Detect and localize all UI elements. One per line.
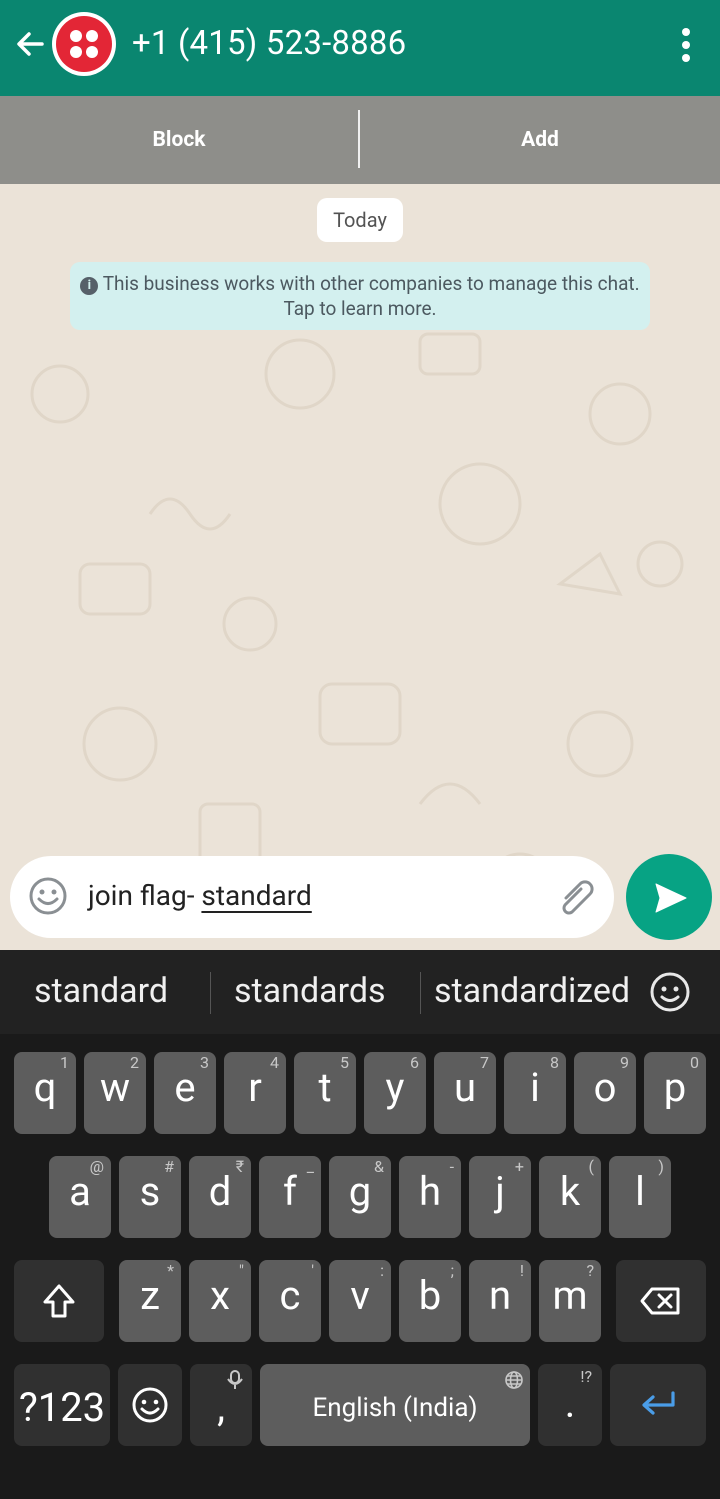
key-r-label: r	[248, 1064, 262, 1111]
key-q-label: q	[33, 1064, 57, 1111]
emoji-key[interactable]	[118, 1364, 182, 1446]
comma-key[interactable]: ,	[190, 1364, 252, 1446]
key-o[interactable]: 9o	[574, 1052, 636, 1134]
chat-header: +1 (415) 523-8886	[0, 0, 720, 96]
block-button[interactable]: Block	[0, 96, 358, 184]
key-c-label: c	[279, 1272, 301, 1319]
key-k[interactable]: (k	[539, 1156, 601, 1238]
key-y-label: y	[385, 1064, 405, 1111]
key-s[interactable]: # s	[119, 1156, 181, 1238]
key-z-label: z	[140, 1272, 160, 1319]
key-o-label: o	[593, 1064, 617, 1111]
key-h[interactable]: -h	[399, 1156, 461, 1238]
key-p[interactable]: 0p	[644, 1052, 706, 1134]
key-b[interactable]: ; b	[399, 1260, 461, 1342]
add-button[interactable]: Add	[360, 96, 720, 184]
overflow-menu-icon[interactable]	[680, 28, 692, 62]
key-t[interactable]: 5t	[294, 1052, 356, 1134]
space-key-label: English (India)	[312, 1393, 478, 1423]
block-add-bar: Block Add	[0, 96, 720, 184]
key-x[interactable]: " x	[189, 1260, 251, 1342]
key-m-label: m	[552, 1272, 588, 1319]
symbols-key[interactable]: ?123	[14, 1364, 110, 1446]
key-j-label: j	[495, 1168, 505, 1215]
key-f[interactable]: _ f	[259, 1156, 321, 1238]
key-b-label: b	[418, 1272, 442, 1319]
key-w[interactable]: 2w	[84, 1052, 146, 1134]
info-icon: i	[80, 277, 99, 295]
message-text[interactable]: join flag- standard	[88, 874, 312, 918]
back-arrow-icon[interactable]	[12, 26, 48, 62]
key-u-label: u	[453, 1064, 477, 1111]
key-c[interactable]: ' c	[259, 1260, 321, 1342]
paperclip-icon[interactable]	[554, 876, 598, 920]
space-key[interactable]: English (India)	[260, 1364, 530, 1446]
soft-keyboard: standard standards standardized 1q2w3e4r…	[0, 950, 720, 1499]
suggestion-divider	[420, 972, 421, 1014]
key-k-label: k	[559, 1168, 581, 1215]
send-icon	[655, 883, 687, 913]
emoji-icon[interactable]	[28, 876, 68, 916]
key-d[interactable]: ₹ d	[189, 1156, 251, 1238]
key-v[interactable]: :v	[329, 1260, 391, 1342]
key-a[interactable]: @ a	[49, 1156, 111, 1238]
business-notice[interactable]: i This business works with other compani…	[70, 262, 650, 330]
key-u[interactable]: 7u	[434, 1052, 496, 1134]
key-i[interactable]: 8i	[504, 1052, 566, 1134]
business-notice-text: This business works with other companies…	[102, 272, 640, 320]
twilio-logo-icon	[56, 16, 112, 72]
shift-icon	[43, 1284, 75, 1318]
symbols-key-label: ?123	[18, 1384, 106, 1431]
key-a-label: a	[69, 1168, 91, 1215]
period-key[interactable]: !? .	[538, 1364, 602, 1446]
shift-key[interactable]	[14, 1260, 104, 1342]
key-e[interactable]: 3e	[154, 1052, 216, 1134]
smiley-icon	[132, 1387, 168, 1423]
suggestion-1[interactable]: standard	[34, 968, 168, 1014]
send-button[interactable]	[626, 854, 712, 940]
key-n-label: n	[488, 1272, 512, 1319]
suggestion-2[interactable]: standards	[234, 968, 386, 1014]
key-i-label: i	[530, 1064, 540, 1111]
key-l[interactable]: ) l	[609, 1156, 671, 1238]
suggestion-bar: standard standards standardized	[0, 950, 720, 1034]
key-s-label: s	[139, 1168, 161, 1215]
key-l-label: l	[635, 1168, 645, 1215]
comma-key-label: ,	[217, 1384, 225, 1431]
key-j[interactable]: + j	[469, 1156, 531, 1238]
suggestion-3[interactable]: standardized	[434, 968, 630, 1014]
enter-key[interactable]	[610, 1364, 706, 1446]
enter-arrow-icon	[642, 1391, 675, 1415]
message-text-composing: standard	[201, 879, 312, 912]
key-g[interactable]: & g	[329, 1156, 391, 1238]
backspace-key[interactable]	[616, 1260, 706, 1342]
key-f-label: f	[283, 1168, 297, 1215]
key-d-label: d	[208, 1168, 232, 1215]
key-r[interactable]: 4r	[224, 1052, 286, 1134]
key-g-label: g	[348, 1168, 372, 1215]
key-t-label: t	[318, 1064, 332, 1111]
sticker-icon[interactable]	[648, 970, 692, 1014]
period-key-label: .	[564, 1380, 576, 1427]
chat-background: Today i This business works with other c…	[0, 184, 720, 950]
date-chip: Today	[317, 198, 403, 242]
message-input[interactable]: join flag- standard	[10, 856, 614, 938]
key-q[interactable]: 1q	[14, 1052, 76, 1134]
contact-avatar[interactable]	[52, 12, 116, 76]
key-p-label: p	[663, 1064, 687, 1111]
backspace-icon	[640, 1287, 680, 1315]
key-x-label: x	[210, 1272, 230, 1319]
key-h-label: h	[418, 1168, 442, 1215]
key-n[interactable]: ! n	[469, 1260, 531, 1342]
contact-title[interactable]: +1 (415) 523-8886	[132, 22, 406, 66]
key-y[interactable]: 6y	[364, 1052, 426, 1134]
key-z[interactable]: * z	[119, 1260, 181, 1342]
key-w-label: w	[99, 1064, 131, 1111]
key-m[interactable]: ? m	[539, 1260, 601, 1342]
key-e-label: e	[174, 1064, 196, 1111]
suggestion-divider	[210, 972, 211, 1014]
key-v-label: v	[350, 1272, 370, 1319]
message-text-prefix: join flag-	[88, 879, 202, 912]
